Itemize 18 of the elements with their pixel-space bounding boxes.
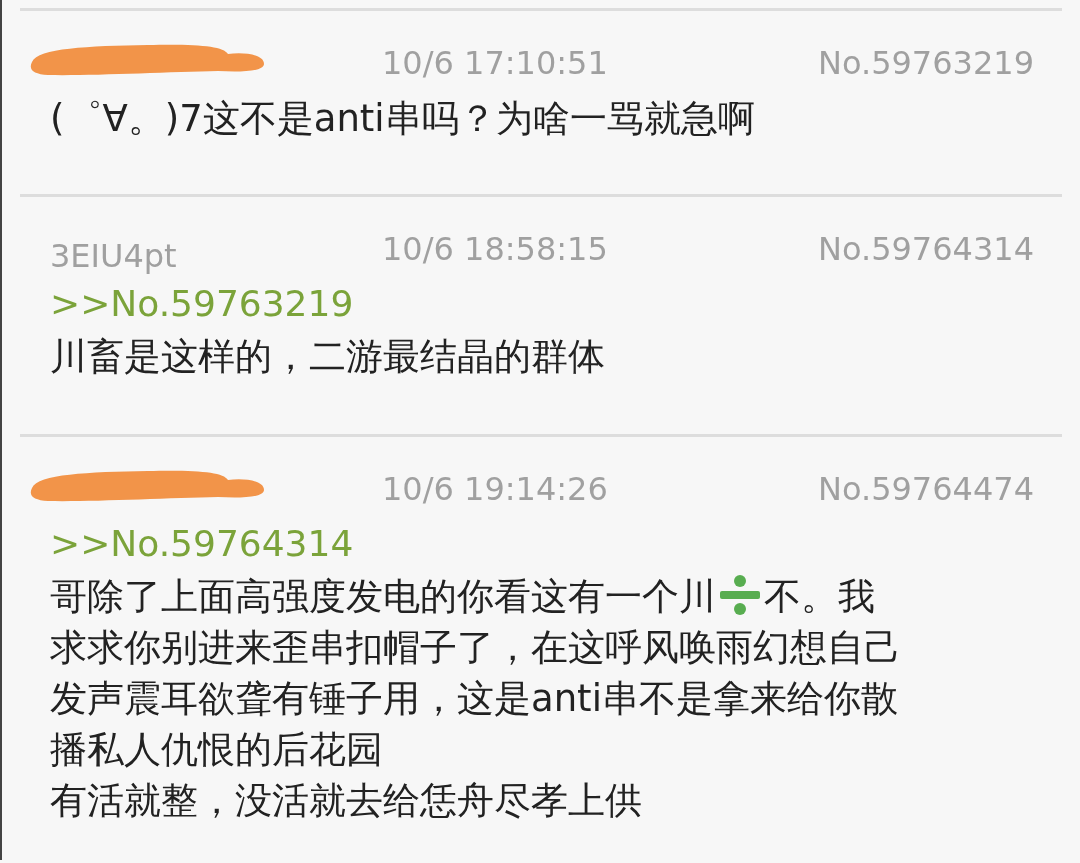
post-text: 发声震耳欲聋有锤子用，这是anti串不是拿来给你散 (50, 677, 898, 720)
divide-icon (718, 573, 762, 617)
post-time: 10/6 17:10:51 (382, 43, 608, 84)
post-number: No.59763219 (818, 43, 1034, 84)
post-text: 播私人仇恨的后花园 (50, 728, 383, 771)
reply-link[interactable]: >>No.59764314 (50, 517, 1034, 571)
post-text: 不。我 (764, 575, 875, 618)
post-number: No.59764474 (818, 469, 1034, 510)
post-time: 10/6 18:58:15 (382, 229, 608, 270)
post-text: 哥除了上面高强度发电的你看这有一个川 (50, 575, 716, 618)
author-name: 3EIU4pt (50, 237, 177, 275)
post-text: 求求你别进来歪串扣帽子了，在这呼风唤雨幻想自己 (50, 626, 901, 669)
post-text: (゜∀。)7这不是anti串吗？为啥一骂就急啊 (50, 97, 755, 140)
post-number: No.59764314 (818, 229, 1034, 270)
post-text: 川畜是这样的，二游最结晶的群体 (50, 335, 605, 378)
post-time: 10/6 19:14:26 (382, 469, 608, 510)
reply-link[interactable]: >>No.59763219 (50, 277, 1034, 331)
post-text: 有活就整，没活就去给恁舟尽孝上供 (50, 779, 642, 822)
